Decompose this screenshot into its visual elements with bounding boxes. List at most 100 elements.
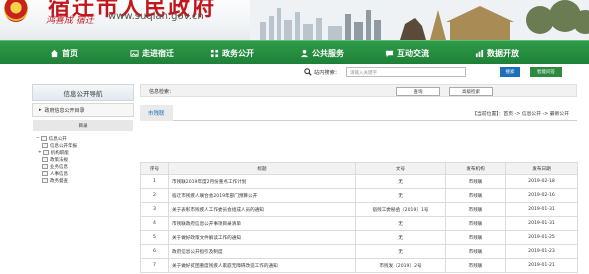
row-publisher: 市残联 bbox=[445, 202, 506, 217]
row-index: 4 bbox=[140, 216, 169, 231]
nav-item-services[interactable]: 公共服务 bbox=[300, 41, 344, 65]
site-header: 宿迁市人民政府 鸿喜成 宿迁 www.suqian.gov.cn bbox=[0, 0, 589, 40]
tree-node[interactable]: 政务督查 bbox=[36, 177, 134, 184]
row-index: 2 bbox=[140, 188, 169, 203]
row-title-link[interactable]: 市残联政府信息公开事项目录清单 bbox=[168, 216, 356, 231]
nav-label: 公共服务 bbox=[312, 48, 344, 58]
info-table: 序号 标题 文号 发布机构 发布日期 1 市残联2019年度2月份重点工作计划无市… bbox=[140, 162, 578, 273]
table-row[interactable]: 2 宿迁市残疾人联合会2019年部门预算公开无市残联 2019-02-16 bbox=[140, 188, 578, 203]
nav-item-home[interactable]: 首页 bbox=[50, 41, 78, 65]
breadcrumb[interactable]: 【当前位置】：首页 -> 信息公开 -> 最新公开 bbox=[472, 110, 569, 117]
tree-label: 政务督查 bbox=[50, 178, 68, 184]
row-doc-number: 宿残工委秘函〔2019〕1号 bbox=[355, 202, 446, 217]
tab-disabled-federation[interactable]: 市残联 bbox=[140, 105, 173, 121]
tree-node[interactable]: 政策法规 bbox=[36, 156, 134, 163]
site-slogan: 鸿喜成 宿迁 bbox=[46, 16, 94, 26]
document-icon bbox=[42, 171, 48, 176]
tree-node[interactable]: 人事信息 bbox=[36, 170, 134, 177]
sidebar: 信息公开导航 ▸ 政府信息公开目录 目录 − 信息公开 信息公开年报 + 机构职… bbox=[32, 84, 134, 274]
table-row[interactable]: 5 关于做好政策文件解读工作的通知无市残联 2019-01-25 bbox=[140, 230, 578, 245]
nav-label: 互动交流 bbox=[397, 48, 429, 58]
document-icon bbox=[42, 157, 48, 162]
nav-label: 政务公开 bbox=[222, 48, 254, 58]
column-header: 标题 bbox=[168, 162, 356, 175]
search-label: 站内搜索： bbox=[314, 70, 340, 76]
row-title-link[interactable]: 宿迁市残疾人联合会2019年部门预算公开 bbox=[168, 188, 356, 203]
row-publisher: 市残联 bbox=[445, 230, 506, 245]
row-index: 1 bbox=[140, 174, 169, 189]
search-button[interactable]: 搜索 bbox=[500, 67, 520, 77]
column-header: 文号 bbox=[355, 162, 446, 175]
row-title-link[interactable]: 关于做好政策文件解读工作的通知 bbox=[168, 230, 356, 245]
table-row[interactable]: 4 市残联政府信息公开事项目录清单无市残联 2019-01-31 bbox=[140, 216, 578, 231]
row-title-link[interactable]: 市残联2019年度2月份重点工作计划 bbox=[168, 174, 356, 189]
row-publisher: 市残联 bbox=[445, 216, 506, 231]
row-index: 5 bbox=[140, 230, 169, 245]
caret-right-icon: ▸ bbox=[39, 107, 42, 113]
row-publisher: 市残联 bbox=[445, 244, 506, 259]
filter-label: 信息检索： bbox=[149, 89, 175, 95]
column-header: 序号 bbox=[140, 162, 169, 175]
breadcrumb-bar: 市残联 【当前位置】：首页 -> 信息公开 -> 最新公开 bbox=[140, 105, 577, 121]
tree-node[interactable]: 信息公开年报 bbox=[36, 142, 134, 149]
tree-node-root[interactable]: − 信息公开 bbox=[36, 135, 134, 142]
row-index: 3 bbox=[140, 202, 169, 217]
row-date: 2019-02-18 bbox=[505, 174, 578, 189]
folder-icon bbox=[42, 150, 49, 155]
row-publisher: 市残联 bbox=[445, 258, 506, 273]
row-doc-number: 无 bbox=[355, 230, 446, 245]
nav-label: 数据开放 bbox=[487, 48, 519, 58]
table-body: 1 市残联2019年度2月份重点工作计划无市残联 2019-02-18 2 宿迁市残疾人… bbox=[140, 174, 578, 273]
table-row[interactable]: 3 关于表彰市残疾人工作委员会组成人员的通知 宿残工委秘函〔2019〕1号 市残联 20… bbox=[140, 202, 578, 217]
tree-label: 信息公开 bbox=[48, 136, 67, 142]
nav-label: 走进宿迁 bbox=[142, 48, 174, 58]
nav-item-open-data[interactable]: 数据开放 bbox=[475, 41, 519, 65]
row-title-link[interactable]: 关于做好贫困重度残疾人家庭无障碍改造工作的通知 bbox=[168, 258, 356, 273]
table-row[interactable]: 1 市残联2019年度2月份重点工作计划无市残联 2019-02-18 bbox=[140, 174, 578, 189]
expand-icon: − bbox=[36, 136, 40, 141]
chat-icon bbox=[385, 49, 394, 58]
row-doc-number: 无 bbox=[355, 244, 446, 259]
document-icon bbox=[42, 164, 48, 169]
folder-icon bbox=[40, 136, 47, 141]
filter-bar: 信息检索： 查询 高级检索 bbox=[140, 84, 577, 97]
sidebar-title: 信息公开导航 bbox=[32, 84, 134, 101]
column-header: 发布日期 bbox=[505, 162, 578, 175]
row-date: 2019-01-25 bbox=[505, 230, 578, 245]
image-icon bbox=[130, 49, 139, 58]
sidebar-sub-tab[interactable]: 目录 bbox=[33, 120, 133, 131]
sidebar-category-label: 政府信息公开目录 bbox=[44, 107, 85, 114]
home-icon bbox=[50, 49, 59, 58]
catalog-tree: − 信息公开 信息公开年报 + 机构职能 政策法规 业务信息 人事信息 政务督查 bbox=[32, 135, 134, 184]
row-doc-number: 无 bbox=[355, 174, 446, 189]
row-doc-number: 无 bbox=[355, 188, 446, 203]
tree-label: 人事信息 bbox=[50, 171, 68, 177]
row-title-link[interactable]: 政府信息公开指引及制度 bbox=[168, 244, 356, 259]
document-icon bbox=[42, 143, 48, 148]
search-bar: 站内搜索： 请输入关键字 搜索 智能问答 bbox=[0, 64, 589, 80]
tree-node[interactable]: 业务信息 bbox=[36, 163, 134, 170]
row-index: 7 bbox=[140, 258, 169, 273]
query-button[interactable]: 查询 bbox=[396, 87, 440, 96]
national-emblem-icon bbox=[4, 0, 28, 22]
people-icon bbox=[300, 49, 309, 58]
row-publisher: 市残联 bbox=[445, 174, 506, 189]
row-publisher: 市残联 bbox=[445, 188, 506, 203]
tree-node[interactable]: + 机构职能 bbox=[36, 149, 134, 156]
nav-item-open-gov[interactable]: 政务公开 bbox=[210, 41, 254, 65]
table-row[interactable]: 6 政府信息公开指引及制度无市残联 2019-01-23 bbox=[140, 244, 578, 259]
advanced-search-button[interactable]: 高级检索 bbox=[449, 87, 493, 96]
row-date: 2019-01-31 bbox=[505, 202, 578, 217]
search-input[interactable]: 请输入关键字 bbox=[346, 67, 466, 77]
smart-qa-button[interactable]: 智能问答 bbox=[530, 67, 562, 77]
sidebar-category[interactable]: ▸ 政府信息公开目录 bbox=[32, 103, 134, 117]
row-title-link[interactable]: 关于表彰市残疾人工作委员会组成人员的通知 bbox=[168, 202, 356, 217]
nav-item-interaction[interactable]: 互动交流 bbox=[385, 41, 429, 65]
row-date: 2019-02-16 bbox=[505, 188, 578, 203]
table-row[interactable]: 7 关于做好贫困重度残疾人家庭无障碍改造工作的通知 市残发〔2019〕2号 市残联 20… bbox=[140, 258, 578, 273]
row-doc-number: 无 bbox=[355, 216, 446, 231]
chart-icon bbox=[475, 49, 484, 58]
nav-item-about[interactable]: 走进宿迁 bbox=[130, 41, 174, 65]
row-date: 2019-01-31 bbox=[505, 216, 578, 231]
tree-label: 业务信息 bbox=[50, 164, 68, 170]
